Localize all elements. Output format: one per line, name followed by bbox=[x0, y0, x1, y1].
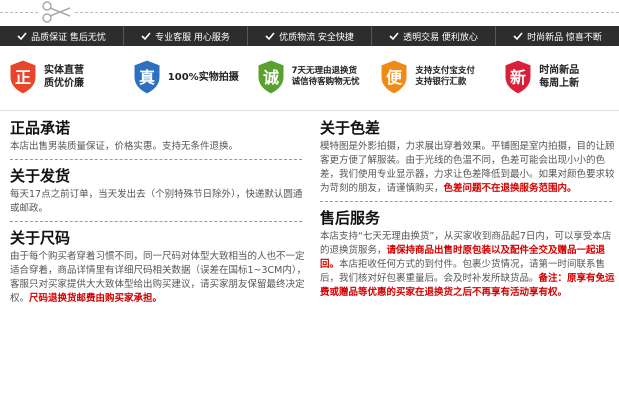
section-divider bbox=[10, 159, 302, 160]
color-warning: 色差问题不在退换服务范围内。 bbox=[443, 183, 577, 194]
header-divider bbox=[0, 110, 619, 111]
section-title-genuine: 正品承诺 bbox=[10, 119, 71, 137]
shield-icon: 新 bbox=[504, 59, 532, 95]
checkmark-icon bbox=[265, 32, 275, 41]
service-label: 品质保证 售后无忧 bbox=[31, 32, 106, 43]
svg-text:新: 新 bbox=[510, 68, 526, 87]
badge-real: 真 100%实物拍摄 bbox=[124, 52, 248, 102]
section-divider bbox=[320, 201, 612, 202]
checkmark-icon bbox=[141, 32, 151, 41]
service-item-trade: 透明交易 便利放心 bbox=[372, 26, 496, 46]
checkmark-icon bbox=[389, 32, 399, 41]
service-label: 优质物流 安全快捷 bbox=[279, 32, 354, 43]
shield-icon: 正 bbox=[9, 59, 37, 95]
svg-text:真: 真 bbox=[139, 68, 155, 87]
service-label: 专业客服 用心服务 bbox=[155, 32, 230, 43]
service-item-new: 时尚新品 惊喜不断 bbox=[496, 26, 619, 46]
svg-text:便: 便 bbox=[386, 68, 403, 87]
left-column: 正品承诺 本店出售男装质量保证，价格实惠。支持无条件退换。 关于发货 每天17点… bbox=[10, 118, 310, 306]
badge-row: 正 实体直营 质优价廉 真 100%实物拍摄 诚 7天无理由退换货 诚信待客购物… bbox=[0, 52, 619, 102]
service-label: 时尚新品 惊喜不断 bbox=[527, 32, 602, 43]
right-column: 关于色差 模特图是外影拍摄，力求展出穿着效果。平铺图是室内拍摄，目的让顾客更方便… bbox=[320, 118, 619, 300]
service-item-support: 专业客服 用心服务 bbox=[124, 26, 248, 46]
badge-line2: 每周上新 bbox=[539, 78, 580, 89]
section-body-aftersale: 本店支持“七天无理由换货”，从买家收到商品起7日内，可以享受本店的退换货服务，请… bbox=[320, 230, 619, 300]
section-title-shipping: 关于发货 bbox=[10, 167, 71, 185]
section-body-genuine: 本店出售男装质量保证，价格实惠。支持无条件退换。 bbox=[10, 141, 239, 152]
shield-icon: 便 bbox=[380, 59, 408, 95]
badge-line1: 100%实物拍摄 bbox=[167, 71, 239, 83]
section-title-size: 关于尺码 bbox=[10, 229, 71, 247]
badge-line2: 质优价廉 bbox=[44, 78, 84, 89]
badge-line1: 7天无理由退换货 bbox=[291, 66, 358, 76]
top-strip bbox=[0, 0, 619, 26]
size-warning: 尺码退换货邮费由购买家承担。 bbox=[29, 293, 163, 304]
checkmark-icon bbox=[513, 32, 523, 41]
scissors-icon bbox=[40, 0, 74, 24]
badge-line2: 支持银行汇款 bbox=[415, 77, 467, 87]
badge-convenient: 便 支持支付宝支付 支持银行汇款 bbox=[371, 52, 495, 102]
service-bar: 品质保证 售后无忧 专业客服 用心服务 优质物流 安全快捷 透明交易 便利放心 … bbox=[0, 26, 619, 46]
badge-honest: 诚 7天无理由退换货 诚信待客购物无忧 bbox=[248, 52, 372, 102]
section-title-aftersale: 售后服务 bbox=[320, 209, 381, 227]
badge-line2: 诚信待客购物无忧 bbox=[291, 77, 360, 87]
section-title-color: 关于色差 bbox=[320, 119, 381, 137]
badge-new: 新 时尚新品 每周上新 bbox=[495, 52, 619, 102]
badge-line1: 支持支付宝支付 bbox=[415, 66, 475, 76]
shield-icon: 真 bbox=[133, 59, 161, 95]
section-body-color: 模特图是外影拍摄，力求展出穿着效果。平铺图是室内拍摄，目的让顾客更方便了解服装。… bbox=[320, 140, 619, 196]
service-item-quality: 品质保证 售后无忧 bbox=[0, 26, 124, 46]
section-divider bbox=[10, 221, 302, 222]
service-label: 透明交易 便利放心 bbox=[403, 32, 478, 43]
svg-text:正: 正 bbox=[15, 68, 31, 87]
service-item-logistics: 优质物流 安全快捷 bbox=[248, 26, 372, 46]
cut-line bbox=[0, 12, 619, 13]
section-body-size: 由于每个购买者穿着习惯不同，同一尺码对体型大致相当的人也不一定适合穿着，商品详情… bbox=[10, 250, 310, 306]
badge-line1: 实体直营 bbox=[44, 65, 84, 76]
svg-text:诚: 诚 bbox=[263, 68, 279, 87]
checkmark-icon bbox=[17, 32, 27, 41]
badge-line1: 时尚新品 bbox=[539, 65, 580, 76]
section-body-shipping: 每天17点之前订单，当天发出去（个别特殊节日除外），快递默认圆通或邮政。 bbox=[10, 189, 303, 214]
shield-icon: 诚 bbox=[257, 59, 285, 95]
badge-genuine: 正 实体直营 质优价廉 bbox=[0, 52, 124, 102]
